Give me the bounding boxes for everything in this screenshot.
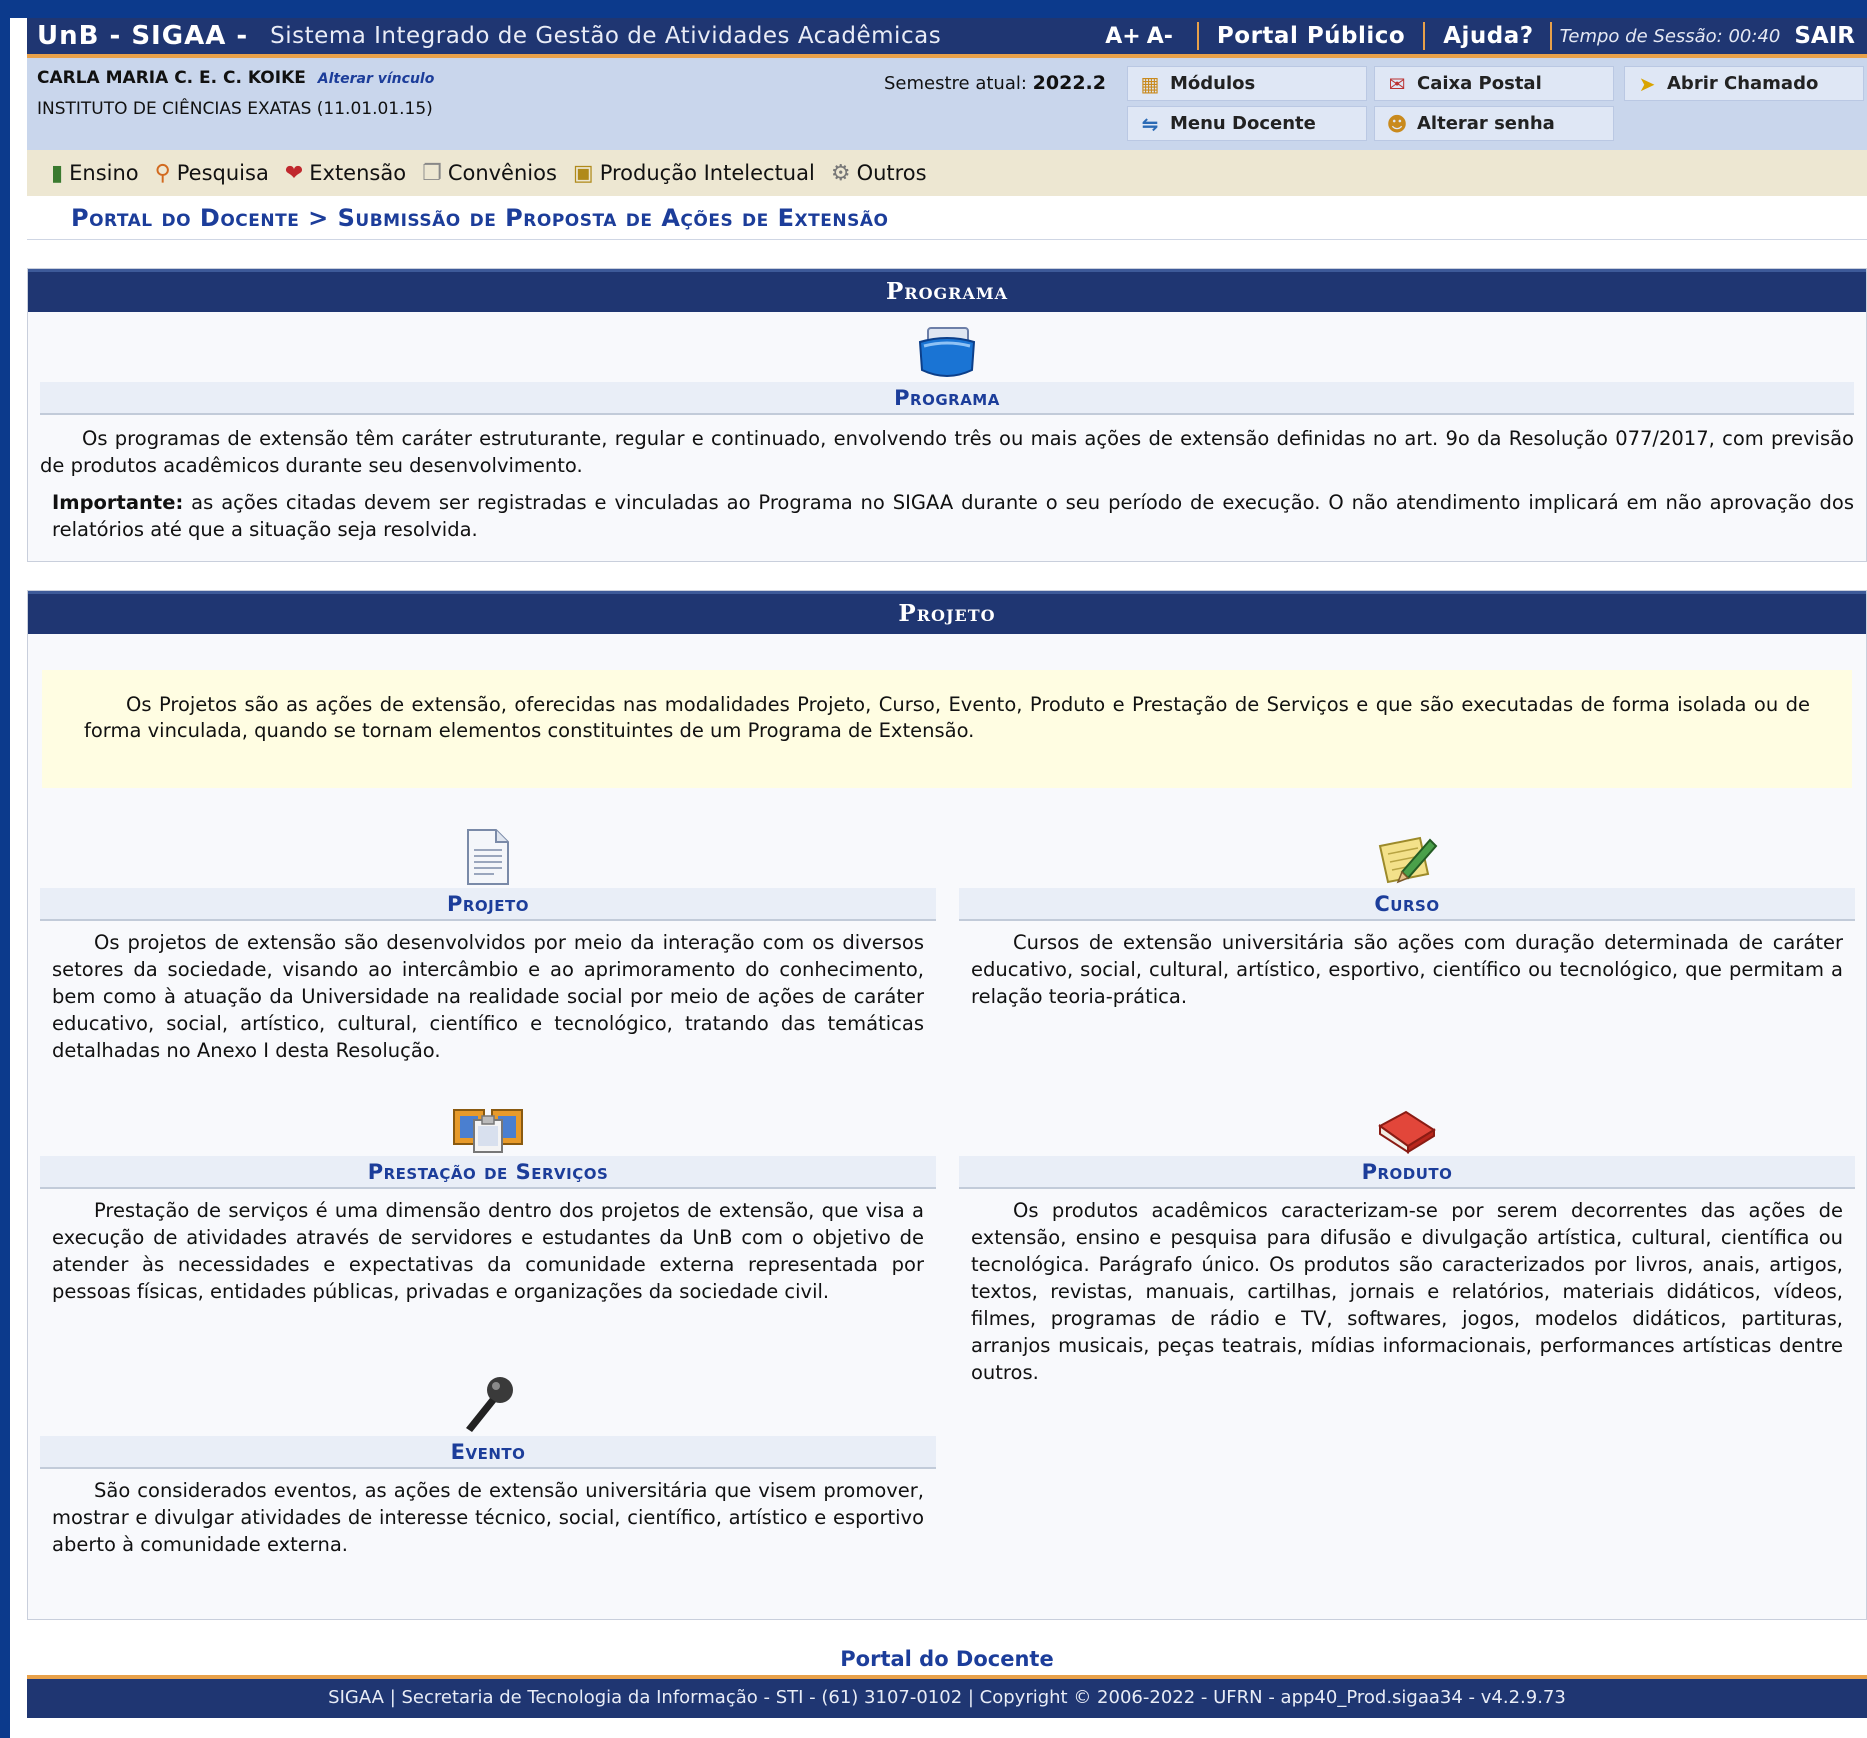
important-label: Importante: [52,491,184,514]
item-curso-text: Cursos de extensão universitária são açõ… [971,931,1843,1008]
megaphone-icon: ➤ [1638,71,1656,96]
user-name: CARLA MARIA C. E. C. KOIKE [37,68,306,88]
modulos-button[interactable]: ▦ Módulos [1127,66,1367,101]
menu-docente-button[interactable]: ⇋ Menu Docente [1127,106,1367,141]
breadcrumb: Portal do Docente > Submissão de Propost… [27,196,1867,240]
heart-hands-icon: ❤ [284,160,304,186]
projeto-note: Os Projetos são as ações de extensão, of… [42,670,1852,788]
gears-icon: ⚙ [830,160,851,186]
user-name-line: CARLA MARIA C. E. C. KOIKE Alterar víncu… [37,68,434,88]
menu-label: Outros [856,161,927,185]
menu-label: Produção Intelectual [599,161,815,185]
semester-label: Semestre atual: [884,73,1027,94]
documents-icon: ❐ [422,160,442,186]
app-window: UnB - SIGAA - Sistema Integrado de Gestã… [10,0,1867,1738]
programa-section: Programa Programa Os programas de extens… [27,268,1867,562]
item-evento-title[interactable]: Evento [40,1436,936,1469]
menu-item-outros[interactable]: ⚙ Outros [831,161,927,186]
menu-docente-label: Menu Docente [1170,113,1316,134]
session-timer: Tempo de Sessão: 00:40 [1559,25,1781,47]
item-curso: Curso Cursos de extensão universitária s… [959,828,1855,1010]
semester-value: 2022.2 [1032,72,1106,94]
item-projeto-text: Os projetos de extensão são desenvolvido… [52,931,924,1062]
flask-icon: ⚲ [154,160,171,186]
font-decrease-button[interactable]: A- [1147,24,1173,49]
item-produto: Produto Os produtos acadêmicos caracteri… [959,1096,1855,1386]
pencil-paper-icon[interactable] [1376,832,1438,886]
menu-item-producao-intelectual[interactable]: ▣ Produção Intelectual [573,161,815,186]
footer: SIGAA | Secretaria de Tecnologia da Info… [27,1675,1867,1718]
programa-important: Importante: as ações citadas devem ser r… [28,489,1866,543]
programa-icon-wrap [28,312,1866,382]
item-evento: Evento São considerados eventos, as açõe… [40,1372,936,1558]
projeto-section: Projeto Os Projetos são as ações de exte… [27,590,1867,1620]
page: UnB - SIGAA - Sistema Integrado de Gestã… [27,18,1867,1718]
item-icon-wrap [40,828,936,886]
menu-label: Convênios [447,161,557,185]
menu-item-ensino[interactable]: ▮ Ensino [51,161,139,186]
caixa-postal-label: Caixa Postal [1417,73,1542,94]
menu-item-extensao[interactable]: ❤ Extensão [285,161,406,186]
user-unit: INSTITUTO DE CIÊNCIAS EXATAS (11.01.01.1… [37,99,433,119]
brand-label[interactable]: UnB - SIGAA - [37,21,248,51]
main-menu-bar: ▮ Ensino ⚲ Pesquisa ❤ Extensão ❐ Convêni… [27,150,1867,196]
box-icon: ▦ [1140,71,1160,96]
current-semester: Semestre atual: 2022.2 [884,72,1106,94]
item-icon-wrap [40,1372,936,1434]
menu-item-convenios[interactable]: ❐ Convênios [422,161,557,186]
item-icon-wrap [959,828,1855,886]
item-prestacao-title[interactable]: Prestação de Serviços [40,1156,936,1189]
logout-button[interactable]: SAIR [1794,23,1855,49]
briefcase-icon[interactable] [916,326,978,382]
mailbox-icon: ✉ [1388,71,1406,96]
system-name: Sistema Integrado de Gestão de Atividade… [270,23,942,49]
menu-label: Extensão [309,161,407,185]
ajuda-link[interactable]: Ajuda? [1443,23,1533,49]
abrir-chamado-label: Abrir Chamado [1667,73,1819,94]
document-icon[interactable] [464,828,512,886]
menu-item-pesquisa[interactable]: ⚲ Pesquisa [155,161,269,186]
modulos-label: Módulos [1170,73,1256,94]
programa-description: Os programas de extensão têm caráter est… [40,427,1854,477]
programa-section-title: Programa [28,269,1866,312]
user-info-panel: CARLA MARIA C. E. C. KOIKE Alterar víncu… [27,58,1867,150]
user-key-icon: ☻ [1386,111,1408,136]
font-increase-button[interactable]: A+ [1105,24,1140,49]
item-curso-title[interactable]: Curso [959,888,1855,921]
notebook-icon: ▣ [572,160,594,186]
header-divider [1549,22,1552,50]
header-divider [1423,22,1426,50]
item-projeto: Projeto Os projetos de extensão são dese… [40,828,936,1064]
header-actions: A+ A- Portal Público Ajuda? Tempo de Ses… [1105,18,1855,54]
alterar-senha-button[interactable]: ☻ Alterar senha [1374,106,1614,141]
window-top-strip [10,0,1867,18]
portal-publico-link[interactable]: Portal Público [1217,23,1405,49]
portal-docente-link[interactable]: Portal do Docente [27,1647,1867,1671]
clipboards-icon[interactable] [452,1098,524,1154]
microphone-icon[interactable] [460,1374,516,1434]
book-icon[interactable] [1376,1108,1438,1154]
alterar-vinculo-link[interactable]: Alterar vínculo [318,71,435,87]
network-icon: ⇋ [1141,111,1159,136]
item-icon-wrap [959,1096,1855,1154]
item-evento-text: São considerados eventos, as ações de ex… [52,1479,924,1556]
item-prestacao-servicos: Prestação de Serviços Prestação de servi… [40,1096,936,1305]
item-projeto-title[interactable]: Projeto [40,888,936,921]
alterar-senha-label: Alterar senha [1417,113,1555,134]
abrir-chamado-button[interactable]: ➤ Abrir Chamado [1624,66,1864,101]
item-icon-wrap [40,1096,936,1154]
item-produto-text: Os produtos acadêmicos caracterizam-se p… [971,1199,1843,1384]
menu-label: Ensino [69,161,139,185]
projeto-items-grid: Projeto Os projetos de extensão são dese… [28,788,1866,1608]
top-header: UnB - SIGAA - Sistema Integrado de Gestã… [27,18,1867,58]
important-text: as ações citadas devem ser registradas e… [52,491,1854,541]
item-prestacao-text: Prestação de serviços é uma dimensão den… [52,1199,924,1303]
item-produto-title[interactable]: Produto [959,1156,1855,1189]
programa-item-title[interactable]: Programa [40,382,1854,415]
books-icon: ▮ [51,160,64,186]
header-divider [1196,22,1199,50]
menu-label: Pesquisa [176,161,269,185]
caixa-postal-button[interactable]: ✉ Caixa Postal [1374,66,1614,101]
projeto-section-title: Projeto [28,591,1866,634]
